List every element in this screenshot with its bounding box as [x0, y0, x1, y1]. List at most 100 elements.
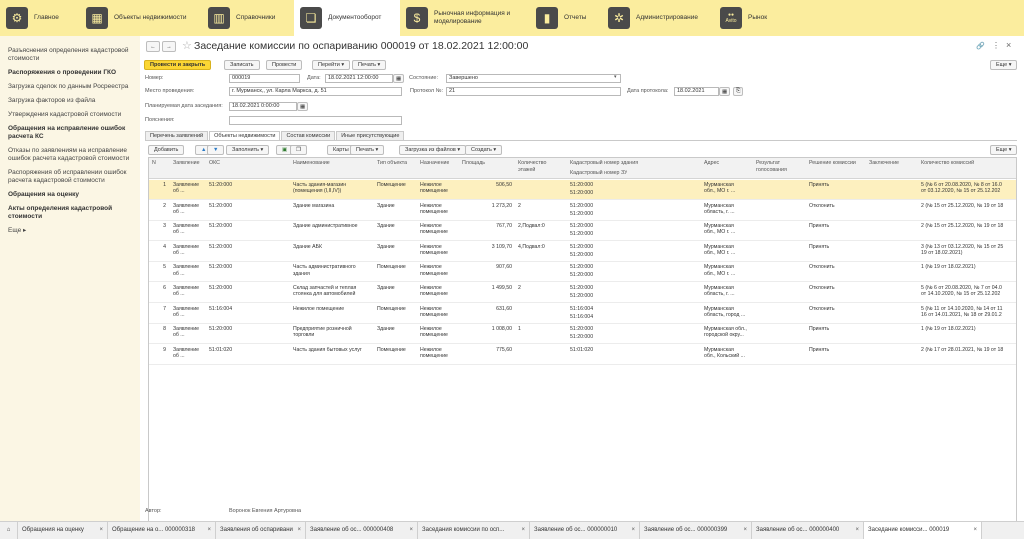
- col-name[interactable]: Наименование: [293, 160, 330, 167]
- open-window-tab[interactable]: Заявление об ос... 000000399 ×: [640, 522, 752, 539]
- close-icon[interactable]: ×: [409, 522, 413, 539]
- sidebar-item[interactable]: Утверждения кадастровой стоимости: [0, 108, 140, 122]
- calendar-icon[interactable]: ▦: [719, 87, 731, 96]
- col-n[interactable]: N: [152, 160, 156, 167]
- nav-main[interactable]: ⚙ Главное: [0, 0, 80, 36]
- place-field[interactable]: г. Мурманск,, ул. Карла Маркса, д. 51: [229, 87, 402, 96]
- col-cad-land[interactable]: Кадастровый номер ЗУ: [570, 170, 627, 177]
- table-row[interactable]: 2 Заявление об ... 51:20:000 Здание магазин…: [149, 201, 1016, 221]
- sidebar-more[interactable]: Еще ▸: [0, 224, 140, 238]
- home-icon[interactable]: ⌂: [0, 522, 18, 539]
- close-icon[interactable]: ×: [99, 522, 103, 539]
- number-field[interactable]: 000019: [229, 74, 300, 83]
- sidebar-item[interactable]: Распоряжения о проведении ГКО: [0, 66, 140, 80]
- close-icon[interactable]: ×: [297, 522, 301, 539]
- col-floors[interactable]: Количество этажей: [518, 160, 562, 173]
- tab-real-estate[interactable]: Объекты недвижимости: [209, 131, 281, 140]
- protocol-field[interactable]: 21: [446, 87, 621, 96]
- more-button[interactable]: Еще ▾: [990, 60, 1018, 70]
- sidebar-item[interactable]: Загрузка сделок по данным Росреестра: [0, 80, 140, 94]
- table-row[interactable]: 8 Заявление об ... 51:20:000 Предприятие ро…: [149, 324, 1016, 345]
- post-button[interactable]: Провести: [266, 60, 303, 70]
- state-select[interactable]: Завершено: [446, 74, 621, 83]
- open-window-tab[interactable]: Обращения на оценку ×: [18, 522, 108, 539]
- goto-button[interactable]: Перейти ▾: [312, 60, 351, 70]
- tab-applications[interactable]: Перечень заявлений: [145, 131, 209, 140]
- col-vote[interactable]: Результат голосования: [756, 160, 798, 173]
- create-button[interactable]: Создать ▾: [465, 145, 503, 155]
- attach-icon[interactable]: ⎘: [733, 87, 744, 96]
- table-row[interactable]: 4 Заявление об ... 51:20:000 Здание АБК Здан…: [149, 242, 1016, 262]
- table-row[interactable]: 5 Заявление об ... 51:20:000 Часть админист…: [149, 262, 1016, 283]
- open-window-tab[interactable]: Заседание комисси... 000019 ×: [864, 522, 982, 539]
- sidebar-item[interactable]: Отказы по заявлениям на исправление ошиб…: [0, 144, 140, 166]
- col-purpose[interactable]: Назначение: [420, 160, 449, 167]
- post-and-close-button[interactable]: Провести и закрыть: [144, 60, 212, 70]
- protocol-date-field[interactable]: 18.02.2021: [674, 87, 719, 96]
- add-button[interactable]: Добавить: [148, 145, 185, 155]
- close-icon[interactable]: ×: [521, 522, 525, 539]
- star-icon[interactable]: ☆: [182, 39, 192, 52]
- col-address[interactable]: Адрес: [704, 160, 719, 167]
- load-files-button[interactable]: Загрузка из файлов ▾: [399, 145, 467, 155]
- col-conclusion[interactable]: Заключение: [869, 160, 899, 167]
- table-more-button[interactable]: Еще ▾: [990, 145, 1018, 155]
- date-field[interactable]: 18.02.2021 12:00:00: [325, 74, 393, 83]
- table-row[interactable]: 6 Заявление об ... 51:20:000 Склад запчасте…: [149, 283, 1016, 303]
- sidebar-item[interactable]: Обращения на оценку: [0, 188, 140, 202]
- nav-real-estate[interactable]: ▦ Объекты недвижимости: [80, 0, 202, 36]
- sidebar-item[interactable]: Обращения на исправление ошибок расчета …: [0, 122, 140, 144]
- save-button[interactable]: Записать: [224, 60, 260, 70]
- move-down-icon[interactable]: ▼: [207, 145, 225, 155]
- table-row[interactable]: 7 Заявление об ... 51:16:004 Нежилое помеще…: [149, 304, 1016, 324]
- col-type[interactable]: Тип объекта: [377, 160, 407, 167]
- tab-attendees[interactable]: Иные присутствующие: [336, 131, 405, 140]
- close-icon[interactable]: ×: [855, 522, 859, 539]
- tab-commission[interactable]: Состав комиссии: [281, 131, 336, 140]
- nav-documents[interactable]: ❏ Документооборот: [294, 0, 400, 36]
- table-row[interactable]: 1 Заявление об ... 51:20:000 Часть здания-м…: [149, 180, 1016, 200]
- close-icon[interactable]: ×: [973, 522, 977, 539]
- nav-admin[interactable]: ✲ Администрирование: [602, 0, 714, 36]
- forward-button[interactable]: →: [162, 41, 176, 52]
- col-application[interactable]: Заявление: [173, 160, 200, 167]
- nav-market[interactable]: ●● Avito Рынок: [714, 0, 794, 36]
- col-area[interactable]: Площадь: [462, 160, 485, 167]
- close-icon[interactable]: ×: [743, 522, 747, 539]
- nav-market-info[interactable]: $ Рыночная информация и моделирование: [400, 0, 530, 36]
- sidebar-item[interactable]: Разъяснения определения кадастровой стои…: [0, 44, 140, 66]
- calendar-icon[interactable]: ▦: [393, 74, 405, 83]
- open-window-tab[interactable]: Заявление об ос... 000000400 ×: [752, 522, 864, 539]
- table-row[interactable]: 3 Заявление об ... 51:20:000 Здание админис…: [149, 221, 1016, 242]
- close-icon[interactable]: ×: [631, 522, 635, 539]
- open-window-tab[interactable]: Заявление об ос... 000000408 ×: [306, 522, 418, 539]
- nav-reference[interactable]: ▥ Справочники: [202, 0, 294, 36]
- sidebar-item[interactable]: Загрузка факторов из файла: [0, 94, 140, 108]
- col-cad-building[interactable]: Кадастровый номер здания: [570, 160, 638, 167]
- table-row[interactable]: 9 Заявление об ... 51:01:020 Часть здания б…: [149, 345, 1016, 365]
- open-window-tab[interactable]: Заявления об оспаривании ×: [216, 522, 306, 539]
- open-window-tab[interactable]: Заседания комиссии по осп... ×: [418, 522, 530, 539]
- planned-date-field[interactable]: 18.02.2021 0:00:00: [229, 102, 297, 111]
- fill-button[interactable]: Заполнить ▾: [226, 145, 270, 155]
- open-window-tab[interactable]: Заявление об ос... 000000010 ×: [530, 522, 640, 539]
- print-table-button[interactable]: Печать ▾: [350, 145, 385, 155]
- close-icon[interactable]: ×: [207, 522, 211, 539]
- copy-icon[interactable]: ❐: [290, 145, 307, 155]
- col-decision[interactable]: Решение комиссии: [809, 160, 856, 167]
- notes-field[interactable]: [229, 116, 402, 125]
- col-oks[interactable]: ОКС: [209, 160, 220, 167]
- calendar-icon[interactable]: ▦: [297, 102, 309, 111]
- chevron-down-icon[interactable]: ▾: [614, 74, 617, 80]
- col-commission-count[interactable]: Количество комиссий: [921, 160, 974, 167]
- more-vertical-icon[interactable]: ⋮: [992, 41, 1000, 50]
- open-window-tab[interactable]: Обращение на о... 000000318 ×: [108, 522, 216, 539]
- link-icon[interactable]: 🔗: [976, 42, 985, 50]
- print-button[interactable]: Печать ▾: [352, 60, 387, 70]
- nav-reports[interactable]: ▮ Отчеты: [530, 0, 602, 36]
- sidebar-item[interactable]: Распоряжения об исправлении ошибок расче…: [0, 166, 140, 188]
- cell-oks: 51:20:000: [209, 264, 233, 271]
- back-button[interactable]: ←: [146, 41, 160, 52]
- close-icon[interactable]: ×: [1006, 40, 1011, 50]
- sidebar-item[interactable]: Акты определения кадастровой стоимости: [0, 202, 140, 224]
